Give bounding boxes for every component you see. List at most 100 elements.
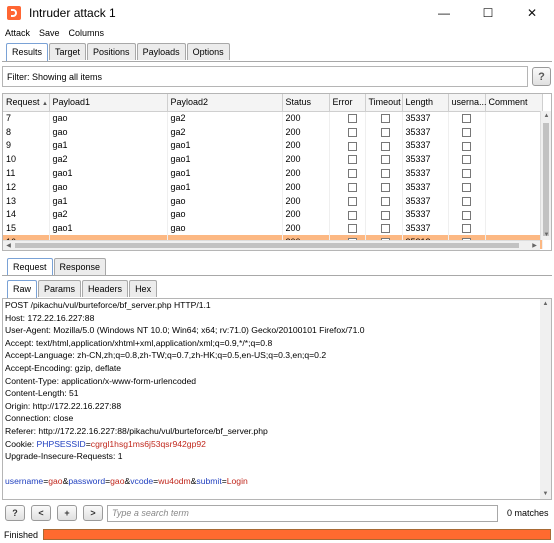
timeout-checkbox[interactable] xyxy=(365,179,403,194)
tab-params[interactable]: Params xyxy=(38,280,82,297)
timeout-checkbox[interactable] xyxy=(365,111,403,125)
checkbox[interactable] xyxy=(461,169,471,179)
maximize-icon[interactable]: ☐ xyxy=(466,0,510,25)
editor-vertical-scrollbar[interactable]: ▲ ▼ xyxy=(540,299,551,499)
tab-positions[interactable]: Positions xyxy=(87,43,136,60)
table-horizontal-scrollbar[interactable]: ◀ ▶ xyxy=(3,240,540,250)
tab-response[interactable]: Response xyxy=(53,258,107,275)
checkbox[interactable] xyxy=(347,224,357,234)
scroll-up-icon[interactable]: ▲ xyxy=(540,299,551,309)
table-row[interactable]: 9 ga1 gao1 200 35337 xyxy=(3,138,543,153)
username-checkbox[interactable] xyxy=(448,124,486,139)
timeout-checkbox[interactable] xyxy=(365,166,403,180)
table-row[interactable]: 8 gao ga2 200 35337 xyxy=(3,124,543,139)
checkbox[interactable] xyxy=(347,114,357,124)
next-button[interactable]: > xyxy=(83,505,103,521)
scrollbar-thumb[interactable] xyxy=(15,243,519,248)
column-header-status[interactable]: Status xyxy=(282,94,330,112)
tab-hex[interactable]: Hex xyxy=(129,280,158,297)
checkbox[interactable] xyxy=(380,141,390,151)
help-button[interactable]: ? xyxy=(532,67,551,86)
menu-attack[interactable]: Attack xyxy=(0,28,34,38)
checkbox[interactable] xyxy=(461,210,471,220)
column-header-username[interactable]: userna... xyxy=(448,94,487,112)
checkbox[interactable] xyxy=(347,127,357,137)
column-header-payload1[interactable]: Payload1 xyxy=(49,94,168,112)
column-header-request[interactable]: Request ▲ xyxy=(3,94,50,112)
checkbox[interactable] xyxy=(461,141,471,151)
tab-target[interactable]: Target xyxy=(49,43,87,60)
error-checkbox[interactable] xyxy=(329,207,366,222)
username-checkbox[interactable] xyxy=(448,207,486,222)
checkbox[interactable] xyxy=(461,155,471,165)
column-header-timeout[interactable]: Timeout xyxy=(365,94,403,112)
checkbox[interactable] xyxy=(461,224,471,234)
column-header-length[interactable]: Length xyxy=(402,94,449,112)
checkbox[interactable] xyxy=(347,182,357,192)
previous-button[interactable]: < xyxy=(31,505,51,521)
tab-request[interactable]: Request xyxy=(7,258,53,276)
menu-columns[interactable]: Columns xyxy=(64,28,109,38)
timeout-checkbox[interactable] xyxy=(365,193,403,208)
checkbox[interactable] xyxy=(347,210,357,220)
scroll-left-icon[interactable]: ◀ xyxy=(3,241,14,250)
timeout-checkbox[interactable] xyxy=(365,207,403,222)
request-editor[interactable]: POST /pikachu/vul/burteforce/bf_server.p… xyxy=(2,298,552,500)
close-icon[interactable]: ✕ xyxy=(510,0,554,25)
minimize-icon[interactable]: — xyxy=(422,0,466,25)
table-row[interactable]: 10 ga2 gao1 200 35337 xyxy=(3,152,543,167)
pane-splitter[interactable] xyxy=(0,252,554,256)
checkbox[interactable] xyxy=(380,196,390,206)
add-button[interactable]: + xyxy=(57,505,77,521)
timeout-checkbox[interactable] xyxy=(365,152,403,167)
checkbox[interactable] xyxy=(347,196,357,206)
username-checkbox[interactable] xyxy=(448,138,486,153)
error-checkbox[interactable] xyxy=(329,124,366,139)
username-checkbox[interactable] xyxy=(448,179,486,194)
table-row[interactable]: 14 ga2 gao 200 35337 xyxy=(3,207,543,222)
filter-bar[interactable]: Filter: Showing all items xyxy=(2,66,528,87)
menu-save[interactable]: Save xyxy=(34,28,64,38)
error-checkbox[interactable] xyxy=(329,111,366,125)
username-checkbox[interactable] xyxy=(448,193,486,208)
table-row[interactable]: 12 gao gao1 200 35337 xyxy=(3,179,543,194)
checkbox[interactable] xyxy=(461,182,471,192)
timeout-checkbox[interactable] xyxy=(365,138,403,153)
error-checkbox[interactable] xyxy=(329,166,366,180)
error-checkbox[interactable] xyxy=(329,221,366,236)
checkbox[interactable] xyxy=(380,155,390,165)
scroll-up-icon[interactable]: ▲ xyxy=(541,111,551,121)
checkbox[interactable] xyxy=(380,127,390,137)
username-checkbox[interactable] xyxy=(448,111,486,125)
checkbox[interactable] xyxy=(380,210,390,220)
username-checkbox[interactable] xyxy=(448,221,486,236)
scroll-down-icon[interactable]: ▼ xyxy=(540,489,551,499)
help-button[interactable]: ? xyxy=(5,505,25,521)
error-checkbox[interactable] xyxy=(329,138,366,153)
table-row[interactable]: 7 gao ga2 200 35337 xyxy=(3,111,543,125)
timeout-checkbox[interactable] xyxy=(365,124,403,139)
checkbox[interactable] xyxy=(347,169,357,179)
username-checkbox[interactable] xyxy=(448,166,486,180)
checkbox[interactable] xyxy=(347,155,357,165)
search-input[interactable] xyxy=(107,504,498,522)
table-vertical-scrollbar[interactable]: ▲ ▼ xyxy=(540,111,551,240)
checkbox[interactable] xyxy=(461,114,471,124)
checkbox[interactable] xyxy=(380,224,390,234)
checkbox[interactable] xyxy=(380,182,390,192)
checkbox[interactable] xyxy=(461,196,471,206)
scroll-down-icon[interactable]: ▼ xyxy=(541,230,551,240)
scrollbar-thumb[interactable] xyxy=(543,123,549,236)
checkbox[interactable] xyxy=(380,169,390,179)
table-row[interactable]: 15 gao1 gao 200 35337 xyxy=(3,221,543,236)
column-header-error[interactable]: Error xyxy=(329,94,366,112)
tab-options[interactable]: Options xyxy=(186,43,230,60)
column-header-comment[interactable]: Comment xyxy=(485,94,543,112)
username-checkbox[interactable] xyxy=(448,152,486,167)
tab-payloads[interactable]: Payloads xyxy=(136,43,186,60)
checkbox[interactable] xyxy=(347,141,357,151)
timeout-checkbox[interactable] xyxy=(365,221,403,236)
scroll-right-icon[interactable]: ▶ xyxy=(529,241,540,250)
table-row[interactable]: 13 ga1 gao 200 35337 xyxy=(3,193,543,208)
checkbox[interactable] xyxy=(380,114,390,124)
